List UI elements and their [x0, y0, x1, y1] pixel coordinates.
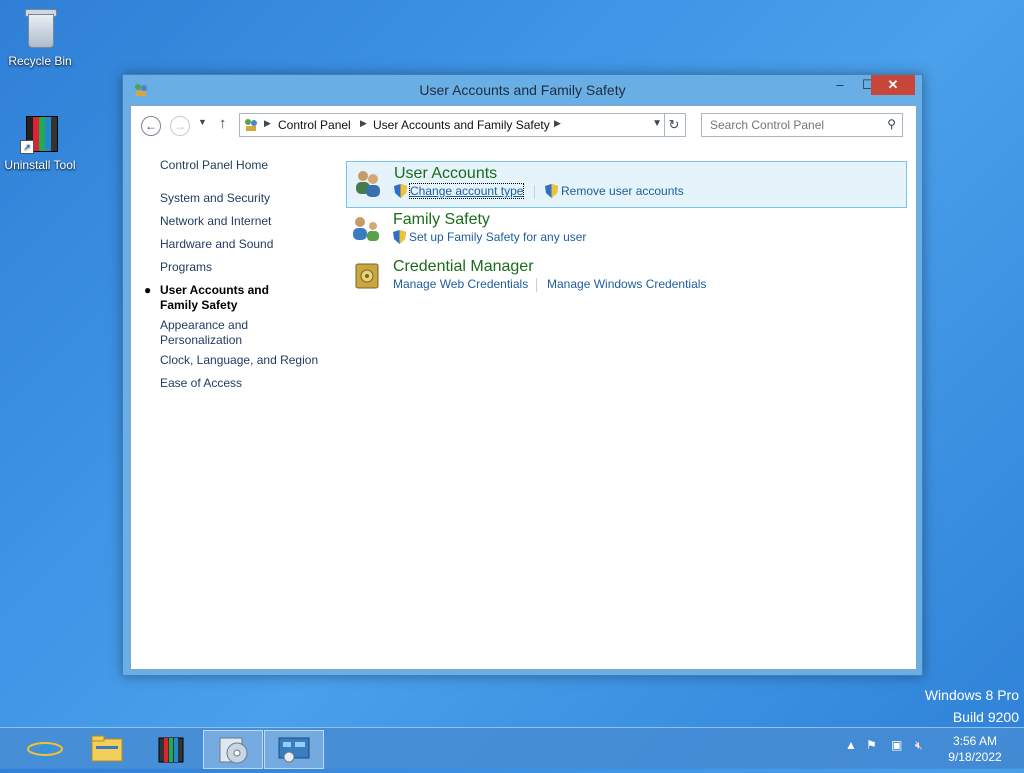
breadcrumb-user-accounts[interactable]: User Accounts and Family Safety	[373, 118, 550, 132]
window-content: ← → ▼ ↑ ▶ Control Panel ▶ User Accounts …	[130, 105, 917, 670]
manage-web-credentials-link[interactable]: Manage Web Credentials	[393, 277, 528, 291]
user-accounts-title[interactable]: User Accounts	[394, 165, 497, 183]
taskbar-disc-burner[interactable]	[203, 730, 263, 769]
user-accounts-icon	[356, 171, 380, 197]
control-panel-icon	[245, 119, 257, 131]
nav-user-accounts-current: ● User Accounts and Family Safety	[144, 283, 310, 313]
breadcrumb-separator-icon[interactable]: ▶	[264, 118, 271, 129]
chevron-down-icon: ▼	[198, 117, 207, 127]
search-box[interactable]: ⚲	[701, 113, 903, 137]
file-explorer-icon	[91, 735, 123, 762]
uac-shield-icon	[394, 184, 407, 198]
search-input[interactable]	[708, 117, 880, 133]
arrow-up-icon: ↑	[219, 115, 227, 132]
family-safety-title[interactable]: Family Safety	[393, 211, 490, 229]
shortcut-arrow-icon: ↗	[20, 140, 34, 154]
nav-ease-of-access[interactable]: Ease of Access	[160, 376, 330, 391]
set-up-family-safety-link[interactable]: Set up Family Safety for any user	[409, 230, 586, 244]
internet-explorer-icon: e	[27, 733, 63, 766]
manage-windows-credentials-link[interactable]: Manage Windows Credentials	[547, 277, 706, 291]
minimize-button[interactable]: –	[826, 75, 854, 95]
arrow-left-icon: ←	[145, 119, 157, 133]
close-button[interactable]: ✕	[871, 75, 915, 95]
recycle-bin-icon	[20, 6, 60, 50]
watermark-build: Build 9200	[952, 709, 1019, 725]
breadcrumb-separator-icon[interactable]: ▶	[554, 118, 561, 129]
change-account-type-link[interactable]: Change account type	[408, 183, 525, 199]
svg-text:e: e	[38, 733, 51, 766]
category-credential-manager: Credential Manager Manage Web Credential…	[346, 255, 905, 300]
action-center-flag-icon[interactable]: ⚑	[866, 738, 877, 752]
forward-button[interactable]: →	[170, 116, 190, 136]
recent-locations-button[interactable]: ▼	[198, 117, 207, 127]
arrow-right-icon: →	[174, 119, 186, 133]
taskbar-file-explorer[interactable]	[78, 730, 136, 767]
nav-hardware-and-sound[interactable]: Hardware and Sound	[160, 237, 330, 252]
chevron-up-icon: ▲	[845, 738, 857, 752]
credential-manager-title[interactable]: Credential Manager	[393, 258, 534, 276]
up-button[interactable]: ↑	[219, 115, 227, 132]
breadcrumb-control-panel[interactable]: Control Panel	[278, 118, 351, 132]
remove-user-accounts-link[interactable]: Remove user accounts	[561, 184, 684, 198]
uac-shield-icon	[393, 230, 406, 244]
uninstall-tool-icon	[158, 737, 184, 763]
address-dropdown-icon[interactable]: ▼	[652, 118, 662, 129]
back-button[interactable]: ←	[141, 116, 161, 136]
clock-time: 3:56 AM	[952, 734, 998, 748]
credential-manager-icon	[355, 263, 379, 289]
desktop-icon-recycle-bin[interactable]: Recycle Bin	[0, 6, 80, 68]
search-icon[interactable]: ⚲	[887, 117, 896, 131]
taskbar: e ▲ ⚑ ▣ 🔇︎ 3:56 AM 9/18/2022	[0, 727, 1024, 769]
nav-appearance[interactable]: Appearance and Personalization	[160, 318, 270, 348]
nav-programs[interactable]: Programs	[160, 260, 330, 275]
category-family-safety: Family Safety Set up Family Safety for a…	[346, 208, 905, 253]
clock-date: 9/18/2022	[948, 750, 1002, 764]
link-separator	[534, 185, 535, 199]
control-panel-window: User Accounts and Family Safety – ☐ ✕ ← …	[122, 74, 923, 676]
family-safety-icon	[353, 217, 379, 241]
nav-control-panel-home[interactable]: Control Panel Home	[160, 158, 330, 173]
uninstall-tool-icon: ↗	[20, 110, 60, 154]
show-hidden-icons-button[interactable]: ▲	[845, 738, 857, 752]
taskbar-control-panel[interactable]	[264, 730, 324, 769]
watermark-edition: Windows 8 Pro	[924, 687, 1019, 703]
desktop-icon-uninstall-tool[interactable]: ↗ Uninstall Tool	[0, 110, 80, 172]
address-bar[interactable]: ▶ Control Panel ▶ User Accounts and Fami…	[239, 113, 665, 137]
desktop-icon-label: Uninstall Tool	[4, 158, 76, 172]
windows-watermark: Windows 8 Pro Build 9200	[925, 684, 1019, 728]
taskbar-uninstall-tool[interactable]	[142, 730, 200, 767]
network-icon[interactable]: ▣	[891, 738, 902, 752]
system-clock[interactable]: 3:56 AM 9/18/2022	[940, 733, 1010, 765]
desktop-icon-label: Recycle Bin	[8, 54, 72, 68]
refresh-button[interactable]: ↻	[663, 113, 686, 137]
nav-clock-language-region[interactable]: Clock, Language, and Region	[160, 353, 330, 368]
nav-user-accounts-label: User Accounts and Family Safety	[160, 283, 269, 312]
breadcrumb-separator-icon[interactable]: ▶	[360, 118, 367, 129]
control-panel-icon	[278, 737, 310, 763]
category-user-accounts: User Accounts Change account type Remove…	[346, 161, 907, 208]
current-page-bullet: ●	[144, 283, 152, 297]
disc-burner-icon	[219, 737, 248, 764]
uac-shield-icon	[545, 184, 558, 198]
nav-network-and-internet[interactable]: Network and Internet	[160, 214, 330, 229]
link-separator	[536, 278, 537, 292]
title-bar[interactable]: User Accounts and Family Safety – ☐ ✕	[123, 75, 922, 105]
nav-system-and-security[interactable]: System and Security	[160, 191, 330, 206]
volume-muted-icon[interactable]: 🔇︎	[915, 738, 923, 753]
taskbar-internet-explorer[interactable]: e	[16, 730, 74, 767]
refresh-icon: ↻	[668, 117, 680, 132]
window-title: User Accounts and Family Safety	[419, 82, 626, 98]
